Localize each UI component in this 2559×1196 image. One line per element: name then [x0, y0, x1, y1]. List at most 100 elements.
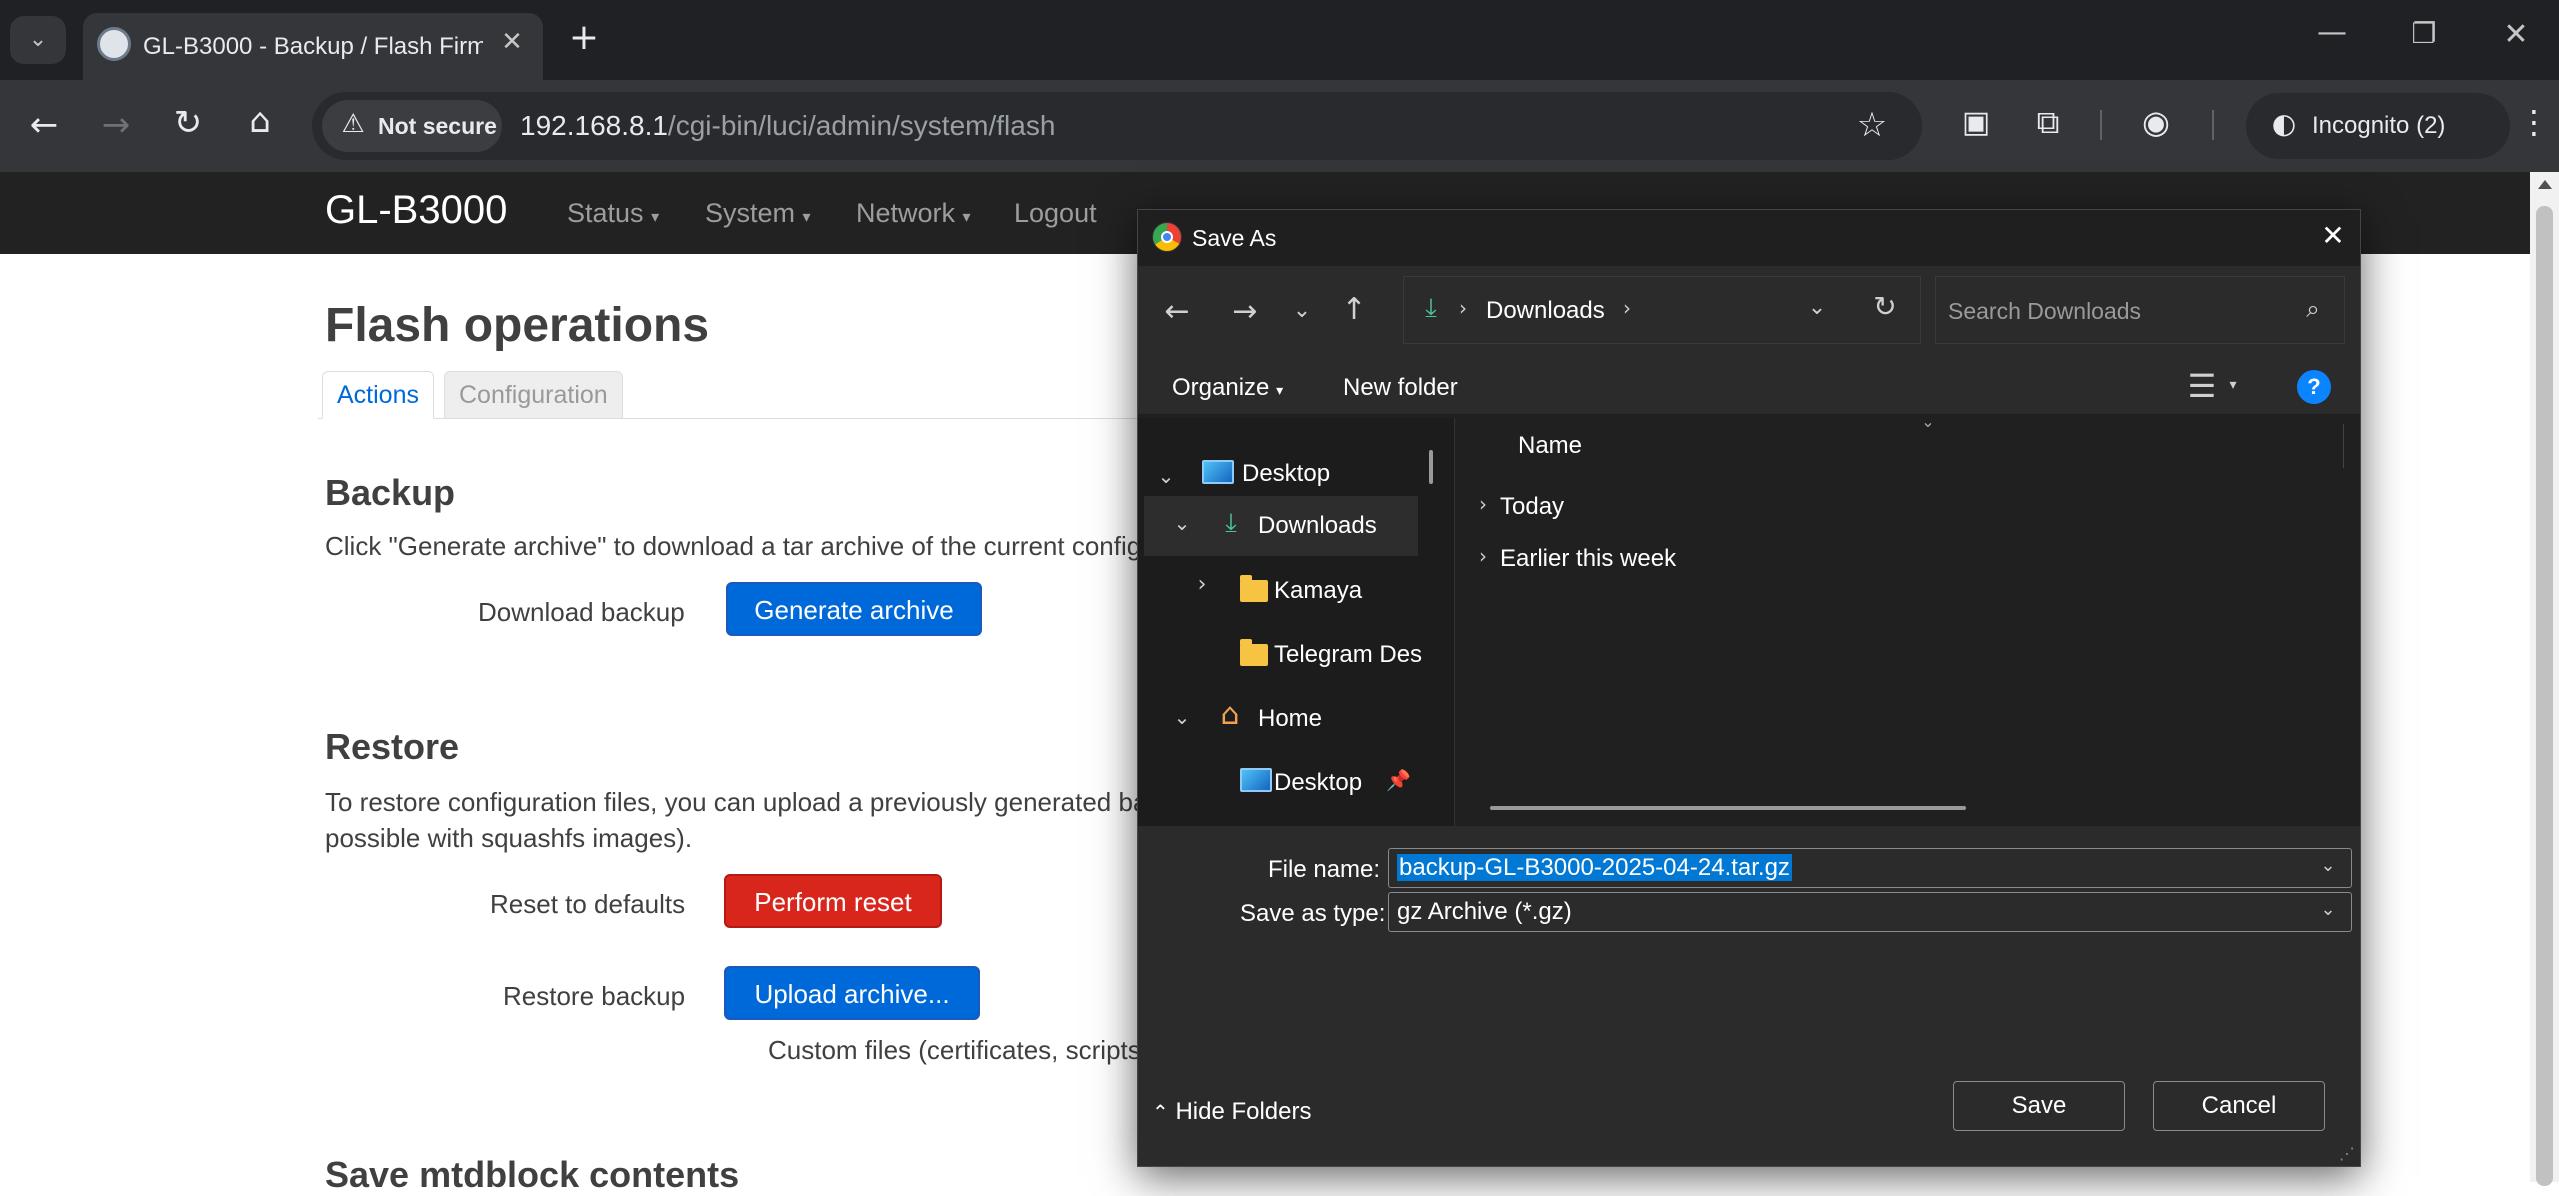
expand-earlier-icon[interactable]: ›: [1476, 546, 1490, 566]
expand-today-icon[interactable]: ›: [1476, 494, 1490, 514]
home-icon[interactable]: ⌂: [240, 104, 280, 138]
help-button[interactable]: ?: [2297, 370, 2331, 404]
save-type-dropdown-icon[interactable]: ⌄: [2319, 901, 2337, 919]
reload-icon[interactable]: ↻: [168, 106, 208, 140]
cast-icon[interactable]: ▣: [1956, 108, 1996, 138]
extensions-icon[interactable]: ⧉: [2028, 106, 2068, 138]
view-caret-icon[interactable]: ▾: [2226, 378, 2240, 392]
group-today[interactable]: Today: [1500, 493, 1564, 521]
home-folder-icon: ⌂: [1220, 697, 1240, 732]
address-bar[interactable]: ⚠ Not secure 192.168.8.1/cgi-bin/luci/ad…: [312, 92, 1922, 160]
tree-kamaya[interactable]: Kamaya: [1274, 577, 1362, 605]
restore-backup-label: Restore backup: [503, 981, 686, 1011]
back-icon[interactable]: ←: [24, 108, 64, 142]
tab-configuration[interactable]: Configuration: [444, 371, 623, 419]
file-name-value: backup-GL-B3000-2025-04-24.tar.gz: [1397, 854, 1792, 881]
url-text[interactable]: 192.168.8.1/cgi-bin/luci/admin/system/fl…: [520, 110, 1055, 142]
cancel-button[interactable]: Cancel: [2153, 1081, 2325, 1131]
tree-home-desktop[interactable]: Desktop: [1274, 769, 1362, 797]
dialog-back-icon[interactable]: ←: [1160, 297, 1194, 327]
forward-icon[interactable]: →: [96, 108, 136, 142]
tree-telegram[interactable]: Telegram Des: [1274, 641, 1430, 669]
file-list-hscrollbar[interactable]: [1490, 806, 1966, 810]
tree-desktop[interactable]: Desktop: [1242, 460, 1330, 488]
bookmark-star-icon[interactable]: ☆: [1852, 108, 1892, 142]
address-breadcrumb[interactable]: ⤓ › Downloads › ⌄ ↻: [1403, 276, 1921, 344]
tabs-underline: [318, 418, 1148, 419]
sort-caret-icon[interactable]: ⌄: [1918, 414, 1938, 430]
view-options-icon[interactable]: ☰: [2184, 370, 2220, 402]
organize-button[interactable]: Organize ▾: [1172, 374, 1283, 402]
scroll-up-icon[interactable]: [2538, 180, 2552, 189]
telegram-folder-icon: [1240, 639, 1268, 666]
dialog-forward-icon[interactable]: →: [1228, 297, 1262, 327]
restore-window-icon[interactable]: ❐: [2406, 20, 2442, 48]
dialog-title: Save As: [1192, 225, 1277, 251]
expand-home-icon[interactable]: ⌄: [1172, 707, 1192, 727]
backup-description: Click "Generate archive" to download a t…: [325, 531, 1142, 561]
file-name-input[interactable]: backup-GL-B3000-2025-04-24.tar.gz ⌄: [1388, 848, 2352, 888]
brand-logo[interactable]: GL-B3000: [325, 188, 507, 233]
tree-downloads[interactable]: Downloads: [1258, 512, 1377, 540]
scrollbar-thumb[interactable]: [2536, 206, 2553, 1186]
up-folder-icon[interactable]: ↑: [1338, 295, 1370, 325]
reset-defaults-label: Reset to defaults: [490, 889, 686, 919]
address-history-icon[interactable]: ⌄: [1804, 297, 1830, 319]
breadcrumb-chevron-icon[interactable]: ›: [1620, 298, 1634, 318]
nav-network[interactable]: Network ▾: [856, 198, 971, 229]
desktop-icon: [1240, 768, 1272, 792]
search-box[interactable]: Search Downloads ⌕: [1935, 276, 2345, 344]
resize-grip-icon[interactable]: ⋰: [2338, 1146, 2356, 1162]
caret-down-icon: ▾: [651, 209, 660, 226]
browser-tab[interactable]: GL-B3000 - Backup / Flash Firm ✕: [83, 13, 543, 80]
file-name-dropdown-icon[interactable]: ⌄: [2319, 857, 2337, 875]
tab-search-icon[interactable]: ⌄: [10, 16, 66, 64]
new-tab-icon[interactable]: +: [566, 20, 602, 56]
page-scrollbar[interactable]: [2530, 172, 2559, 1186]
nav-system[interactable]: System ▾: [705, 198, 811, 229]
column-header-name[interactable]: Name: [1518, 432, 1582, 460]
breadcrumb-downloads[interactable]: Downloads: [1486, 297, 1605, 325]
expand-kamaya-icon[interactable]: ›: [1194, 574, 1210, 596]
caret-down-icon: ▾: [802, 209, 811, 226]
perform-reset-button[interactable]: Perform reset: [724, 874, 942, 928]
kamaya-folder-icon: [1240, 575, 1268, 602]
tree-home[interactable]: Home: [1258, 705, 1322, 733]
generate-archive-button[interactable]: Generate archive: [726, 582, 982, 636]
hide-folders-button[interactable]: ⌃ Hide Folders: [1152, 1098, 1312, 1126]
file-name-label: File name:: [1268, 856, 1381, 883]
save-button[interactable]: Save: [1953, 1081, 2125, 1131]
upload-archive-button[interactable]: Upload archive...: [724, 966, 980, 1020]
expand-downloads-icon[interactable]: ⌄: [1172, 513, 1192, 533]
chrome-menu-icon[interactable]: ⋮: [2518, 106, 2550, 138]
nav-status-label: Status: [567, 198, 644, 228]
expand-desktop-icon[interactable]: ⌄: [1156, 466, 1176, 486]
toolbar-divider-2: [2212, 110, 2214, 140]
url-path: /cgi-bin/luci/admin/system/flash: [667, 110, 1056, 141]
close-tab-icon[interactable]: ✕: [497, 29, 527, 55]
column-divider: [2343, 424, 2344, 468]
close-window-icon[interactable]: ✕: [2498, 20, 2534, 50]
warning-icon: ⚠: [341, 109, 365, 139]
save-as-type-select[interactable]: gz Archive (*.gz) ⌄: [1388, 892, 2352, 932]
recent-locations-icon[interactable]: ⌄: [1288, 300, 1316, 322]
incognito-label: Incognito (2): [2312, 112, 2446, 139]
incognito-button[interactable]: ◐ Incognito (2): [2246, 93, 2510, 159]
new-folder-button[interactable]: New folder: [1343, 374, 1458, 402]
nav-status[interactable]: Status ▾: [567, 198, 659, 229]
not-secure-label: Not secure: [378, 113, 497, 139]
page-title: Flash operations: [325, 299, 710, 352]
tab-actions[interactable]: Actions: [322, 371, 434, 419]
lens-icon[interactable]: ◉: [2136, 106, 2176, 138]
refresh-icon[interactable]: ↻: [1870, 293, 1900, 321]
dialog-close-icon[interactable]: ✕: [2318, 222, 2348, 250]
router-favicon-icon: [97, 27, 131, 61]
downloads-arrow-icon: ⤓: [1425, 293, 1437, 323]
group-earlier-this-week[interactable]: Earlier this week: [1500, 545, 1676, 573]
minimize-icon[interactable]: —: [2314, 18, 2350, 48]
chevron-up-icon: ⌃: [1152, 1100, 1169, 1124]
help-icon: ?: [2307, 374, 2321, 399]
nav-pane-scrollbar[interactable]: [1429, 450, 1433, 484]
nav-logout[interactable]: Logout: [1014, 198, 1097, 229]
not-secure-chip[interactable]: ⚠ Not secure: [322, 100, 502, 152]
